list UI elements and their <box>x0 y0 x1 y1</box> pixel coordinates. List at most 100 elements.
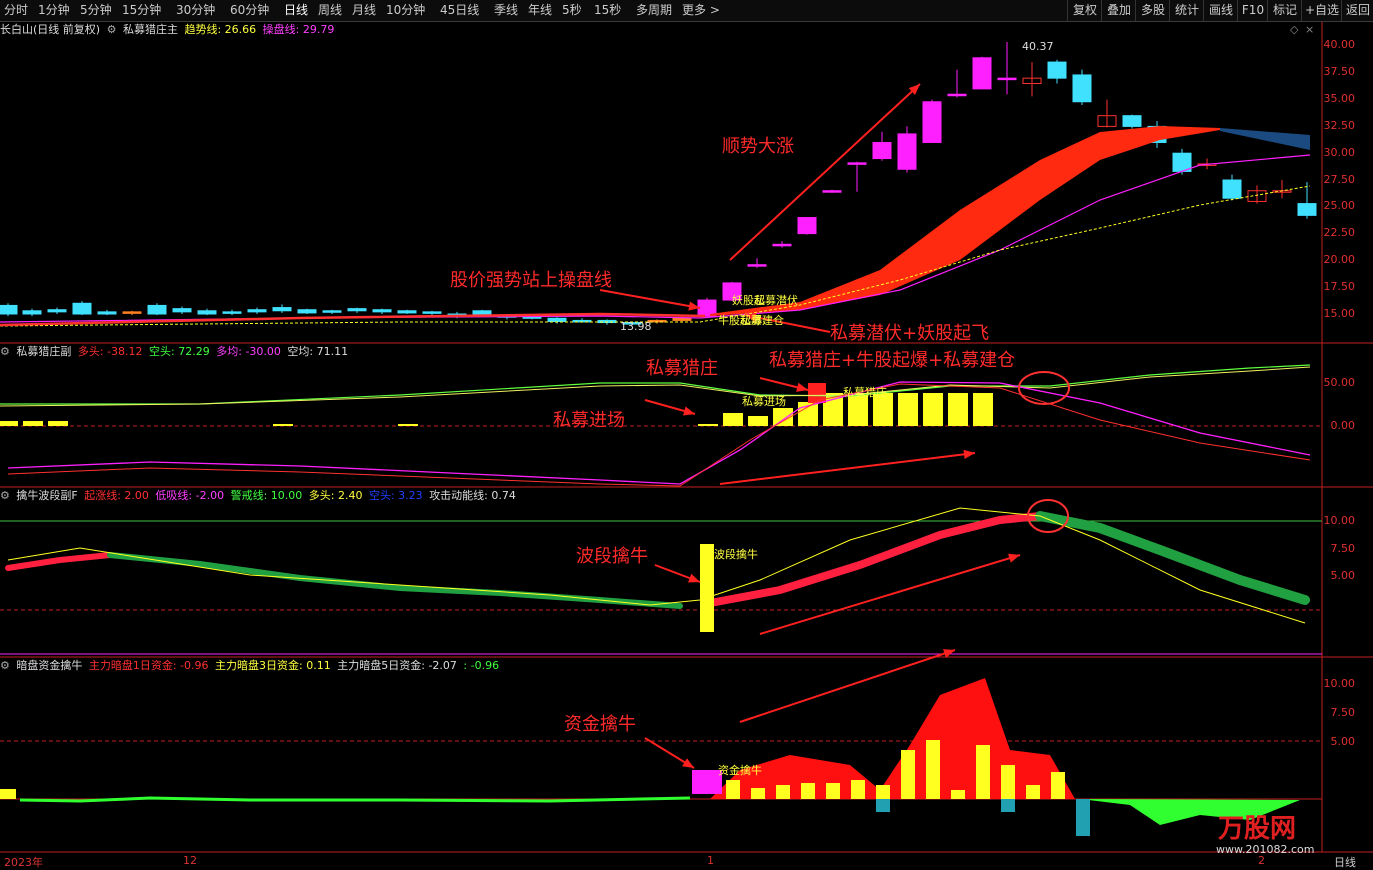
toolbar-button[interactable]: 叠加 <box>1101 0 1136 21</box>
p4-neg-bar <box>1001 799 1015 812</box>
d3-value: 主力暗盘3日资金: 0.11 <box>215 659 331 672</box>
arrow-jinchang-head <box>683 406 695 416</box>
gear-icon[interactable]: ⚙ <box>0 659 10 672</box>
toolbar-button[interactable]: 返回 <box>1341 0 1373 21</box>
candle-body <box>772 243 792 247</box>
watermark-brand: 万股网 <box>1218 814 1297 844</box>
toolbar-button[interactable]: 多股 <box>1135 0 1170 21</box>
p4-bar <box>976 745 990 799</box>
stock-title[interactable]: 长白山(日线 前复权) <box>0 23 100 36</box>
jingjie-value: 警戒线: 10.00 <box>230 489 303 502</box>
candle-body <box>72 302 92 315</box>
period-tab[interactable]: 季线 <box>494 2 518 19</box>
toolbar-button[interactable]: +自选 <box>1301 0 1342 21</box>
p2-bar <box>0 421 18 426</box>
sig-boduan: 波段擒牛 <box>714 548 758 561</box>
p2-bar <box>698 424 718 426</box>
trend-ribbon-down <box>1220 128 1310 150</box>
panel2-title[interactable]: 私募猎庄副 <box>16 345 71 358</box>
candle-body <box>172 308 192 313</box>
p3-ribbon-down2 <box>1035 511 1310 605</box>
panel3-title[interactable]: 擒牛波段副F <box>16 489 77 502</box>
period-tab[interactable]: 多周期 <box>636 2 672 19</box>
candle-body <box>197 310 217 315</box>
period-tab[interactable]: 15秒 <box>594 2 621 19</box>
annot-jinchang: 私募进场 <box>553 410 625 431</box>
candle-body <box>797 217 817 235</box>
period-tab[interactable]: 更多 > <box>682 2 720 19</box>
period-tab[interactable]: 30分钟 <box>176 2 215 19</box>
p2-bar <box>748 416 768 426</box>
p3-y-label: 5.00 <box>1330 569 1356 582</box>
gear-icon[interactable]: ⚙ <box>0 345 10 358</box>
toolbar-button[interactable]: 复权 <box>1067 0 1102 21</box>
candle-body <box>1297 203 1317 216</box>
p2-duotou-line <box>7 383 1311 487</box>
main-y-label: 37.50 <box>1323 64 1356 78</box>
period-tab[interactable]: 月线 <box>352 2 376 19</box>
toolbar-button[interactable]: 统计 <box>1169 0 1204 21</box>
d1-value: 主力暗盘1日资金: -0.96 <box>88 659 209 672</box>
arrow-p2-up-head <box>963 449 975 459</box>
p4-bar <box>1001 765 1015 799</box>
panel4-title[interactable]: 暗盘资金擒牛 <box>16 659 82 672</box>
candle-body <box>747 264 767 267</box>
period-label[interactable]: 日线 <box>1334 854 1356 870</box>
period-tab[interactable]: 5秒 <box>562 2 582 19</box>
period-tab[interactable]: 5分钟 <box>80 2 112 19</box>
main-y-label: 27.50 <box>1323 172 1356 186</box>
main-panel-header: 长白山(日线 前复权) ⚙ 私募猎庄主 趋势线: 26.66 操盘线: 29.7… <box>0 22 337 38</box>
control-line-value: 操盘线: 29.79 <box>262 23 335 36</box>
close-icon[interactable]: × <box>1305 23 1314 36</box>
main-indicator-name[interactable]: 私募猎庄主 <box>123 23 178 36</box>
main-y-label: 25.00 <box>1323 199 1356 213</box>
main-y-label: 35.00 <box>1323 91 1356 105</box>
stock-chart-canvas[interactable] <box>0 22 1373 870</box>
p4-left-bar <box>0 789 16 799</box>
x-label-2023: 2023年 <box>4 856 43 869</box>
period-tab[interactable]: 日线 <box>284 2 308 19</box>
main-y-label: 40.00 <box>1323 38 1356 51</box>
sig-jinchang: 私募进场 <box>742 395 786 408</box>
gear-icon[interactable]: ⚙ <box>0 489 10 502</box>
main-y-label: 22.50 <box>1323 226 1356 240</box>
arrow-zhanshang <box>599 289 701 309</box>
p4-bar <box>901 750 915 799</box>
p4-bar <box>951 790 965 799</box>
period-tab[interactable]: 45日线 <box>440 2 479 19</box>
candle-body <box>822 190 842 193</box>
period-tab[interactable]: 60分钟 <box>230 2 269 19</box>
candle-body <box>847 162 867 165</box>
toolbar-button[interactable]: 画线 <box>1203 0 1238 21</box>
period-tab[interactable]: 15分钟 <box>122 2 161 19</box>
panel3-header: ⚙ 擒牛波段副F 起涨线: 2.00 低吸线: -2.00 警戒线: 10.00… <box>0 488 519 504</box>
duojun-value: 多均: -30.00 <box>216 345 281 358</box>
p3-y-label: 7.50 <box>1330 542 1356 555</box>
period-tab[interactable]: 年线 <box>528 2 552 19</box>
toolbar-button[interactable]: F10 <box>1237 0 1268 21</box>
candle-body <box>347 308 367 312</box>
annot-shunshi: 顺势大涨 <box>722 136 794 157</box>
period-tab[interactable]: 1分钟 <box>38 2 70 19</box>
period-tab[interactable]: 10分钟 <box>386 2 425 19</box>
p4-bar <box>876 785 890 799</box>
p4-bar <box>826 783 840 799</box>
diamond-icon[interactable]: ◇ <box>1290 23 1298 36</box>
candle-body <box>672 317 692 321</box>
p2-bar <box>723 413 743 426</box>
gear-icon[interactable]: ⚙ <box>107 23 117 36</box>
candle-body <box>247 309 267 313</box>
toolbar-button[interactable]: 标记 <box>1267 0 1302 21</box>
annot-zijin: 资金擒牛 <box>564 714 636 735</box>
p2-bar <box>898 393 918 426</box>
p4-bar <box>801 783 815 799</box>
period-tab[interactable]: 周线 <box>318 2 342 19</box>
d5-value: 主力暗盘5日资金: -2.07 <box>337 659 457 672</box>
candle-body <box>372 309 392 313</box>
annot-liezhuang: 私募猎庄 <box>646 358 718 379</box>
p2-y-label: 0.00 <box>1330 419 1356 432</box>
p4-bar <box>726 780 740 799</box>
candle-body <box>297 309 317 314</box>
period-tab[interactable]: 分时 <box>4 2 28 19</box>
candle-body <box>272 307 292 312</box>
